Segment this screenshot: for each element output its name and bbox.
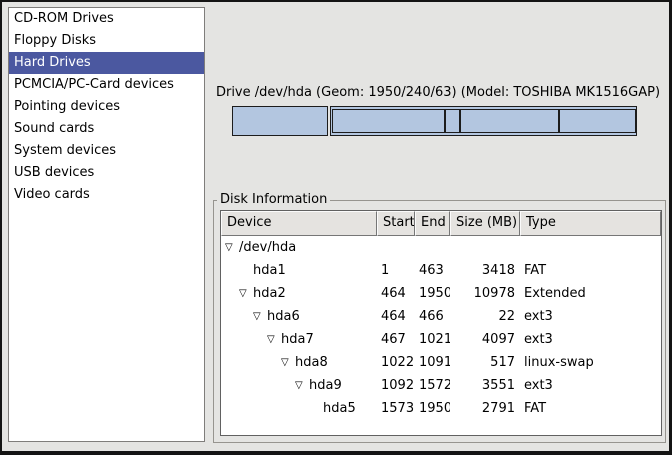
- start-cell: 1092: [377, 374, 415, 397]
- table-row-hda5[interactable]: hda5 157319502791FAT: [221, 397, 661, 420]
- tree-indent: [225, 365, 281, 366]
- device-label: hda2: [253, 286, 286, 301]
- device-category-list[interactable]: CD-ROM DrivesFloppy DisksHard DrivesPCMC…: [8, 7, 205, 442]
- sidebar-item-hard-drives[interactable]: Hard Drives: [9, 52, 204, 74]
- table-row-hda2[interactable]: ▽hda2464195010978Extended: [221, 282, 661, 305]
- partition-segment-hda8[interactable]: [445, 109, 460, 133]
- end-cell: 466: [415, 305, 450, 328]
- type-cell: linux-swap: [520, 351, 661, 374]
- column-header-device[interactable]: Device: [221, 211, 377, 236]
- tree-indent: [225, 388, 295, 389]
- start-cell: 467: [377, 328, 415, 351]
- sidebar-item-pcmcia-pc-card-devices[interactable]: PCMCIA/PC-Card devices: [9, 74, 204, 96]
- end-cell: 1572: [415, 374, 450, 397]
- start-cell: [377, 236, 415, 259]
- tree-indent: [225, 342, 267, 343]
- partition-diagram: [232, 106, 637, 136]
- size-cell: 10978: [450, 282, 520, 305]
- table-row-hda8[interactable]: ▽hda810221091517linux-swap: [221, 351, 661, 374]
- start-cell: 464: [377, 282, 415, 305]
- type-cell: ext3: [520, 305, 661, 328]
- column-header-type[interactable]: Type: [520, 211, 661, 236]
- table-row-hda6[interactable]: ▽hda646446622ext3: [221, 305, 661, 328]
- table-row-hda1[interactable]: hda1 14633418FAT: [221, 259, 661, 282]
- sidebar-item-system-devices[interactable]: System devices: [9, 140, 204, 162]
- end-cell: 1091: [415, 351, 450, 374]
- partition-segment-hda1[interactable]: [232, 106, 328, 136]
- size-cell: 517: [450, 351, 520, 374]
- device-label: /dev/hda: [239, 240, 296, 255]
- size-cell: 22: [450, 305, 520, 328]
- hardware-browser-window: CD-ROM DrivesFloppy DisksHard DrivesPCMC…: [0, 0, 672, 455]
- partition-segment-hda2[interactable]: [330, 106, 637, 136]
- disk-information-frame: Disk Information Device Start End Size (…: [213, 200, 666, 443]
- start-cell: 1573: [377, 397, 415, 420]
- expander-open-icon[interactable]: ▽: [267, 328, 281, 351]
- device-label: hda5: [323, 401, 356, 416]
- sidebar-item-sound-cards[interactable]: Sound cards: [9, 118, 204, 140]
- frame-title: Disk Information: [217, 192, 330, 208]
- type-cell: FAT: [520, 397, 661, 420]
- table-row-hda9[interactable]: ▽hda9109215723551ext3: [221, 374, 661, 397]
- start-cell: 1: [377, 259, 415, 282]
- type-cell: Extended: [520, 282, 661, 305]
- tree-indent: [225, 273, 239, 274]
- disk-table-header: Device Start End Size (MB) Type: [221, 211, 661, 236]
- start-cell: 464: [377, 305, 415, 328]
- column-header-size[interactable]: Size (MB): [450, 211, 520, 236]
- device-cell: ▽hda7: [221, 328, 377, 351]
- size-cell: 2791: [450, 397, 520, 420]
- tree-indent: [225, 296, 239, 297]
- device-cell: ▽hda8: [221, 351, 377, 374]
- end-cell: 1950: [415, 282, 450, 305]
- table-row-hda7[interactable]: ▽hda746710214097ext3: [221, 328, 661, 351]
- end-cell: 463: [415, 259, 450, 282]
- start-cell: 1022: [377, 351, 415, 374]
- device-cell: ▽hda9: [221, 374, 377, 397]
- tree-indent: [225, 319, 253, 320]
- drive-heading: Drive /dev/hda (Geom: 1950/240/63) (Mode…: [210, 85, 666, 100]
- end-cell: 1021: [415, 328, 450, 351]
- device-cell: ▽hda2: [221, 282, 377, 305]
- table-row-dev-hda[interactable]: ▽/dev/hda: [221, 236, 661, 259]
- type-cell: ext3: [520, 374, 661, 397]
- end-cell: [415, 236, 450, 259]
- device-cell: hda1: [221, 259, 377, 282]
- type-cell: ext3: [520, 328, 661, 351]
- expander-open-icon[interactable]: ▽: [295, 374, 309, 397]
- sidebar-item-pointing-devices[interactable]: Pointing devices: [9, 96, 204, 118]
- device-label: hda8: [295, 355, 328, 370]
- partition-segment-hda9[interactable]: [460, 109, 559, 133]
- device-cell: ▽/dev/hda: [221, 236, 377, 259]
- size-cell: 3418: [450, 259, 520, 282]
- device-label: hda7: [281, 332, 314, 347]
- device-cell: ▽hda6: [221, 305, 377, 328]
- device-label: hda1: [253, 263, 286, 278]
- type-cell: FAT: [520, 259, 661, 282]
- disk-table-body: ▽/dev/hdahda114633418FAT▽hda246419501097…: [221, 236, 661, 420]
- tree-indent: [225, 411, 309, 412]
- expander-open-icon[interactable]: ▽: [225, 236, 239, 259]
- size-cell: 4097: [450, 328, 520, 351]
- column-header-end[interactable]: End: [415, 211, 450, 236]
- sidebar-item-floppy-disks[interactable]: Floppy Disks: [9, 30, 204, 52]
- partition-segment-hda5[interactable]: [559, 109, 636, 133]
- size-cell: 3551: [450, 374, 520, 397]
- partition-segment-hda7[interactable]: [332, 109, 445, 133]
- device-label: hda9: [309, 378, 342, 393]
- sidebar-item-video-cards[interactable]: Video cards: [9, 184, 204, 206]
- sidebar-item-usb-devices[interactable]: USB devices: [9, 162, 204, 184]
- disk-table: Device Start End Size (MB) Type ▽/dev/hd…: [220, 210, 662, 436]
- expander-open-icon[interactable]: ▽: [253, 305, 267, 328]
- device-cell: hda5: [221, 397, 377, 420]
- size-cell: [450, 236, 520, 259]
- expander-open-icon[interactable]: ▽: [281, 351, 295, 374]
- sidebar-item-cd-rom-drives[interactable]: CD-ROM Drives: [9, 8, 204, 30]
- column-header-start[interactable]: Start: [377, 211, 415, 236]
- device-label: hda6: [267, 309, 300, 324]
- type-cell: [520, 236, 661, 259]
- expander-open-icon[interactable]: ▽: [239, 282, 253, 305]
- end-cell: 1950: [415, 397, 450, 420]
